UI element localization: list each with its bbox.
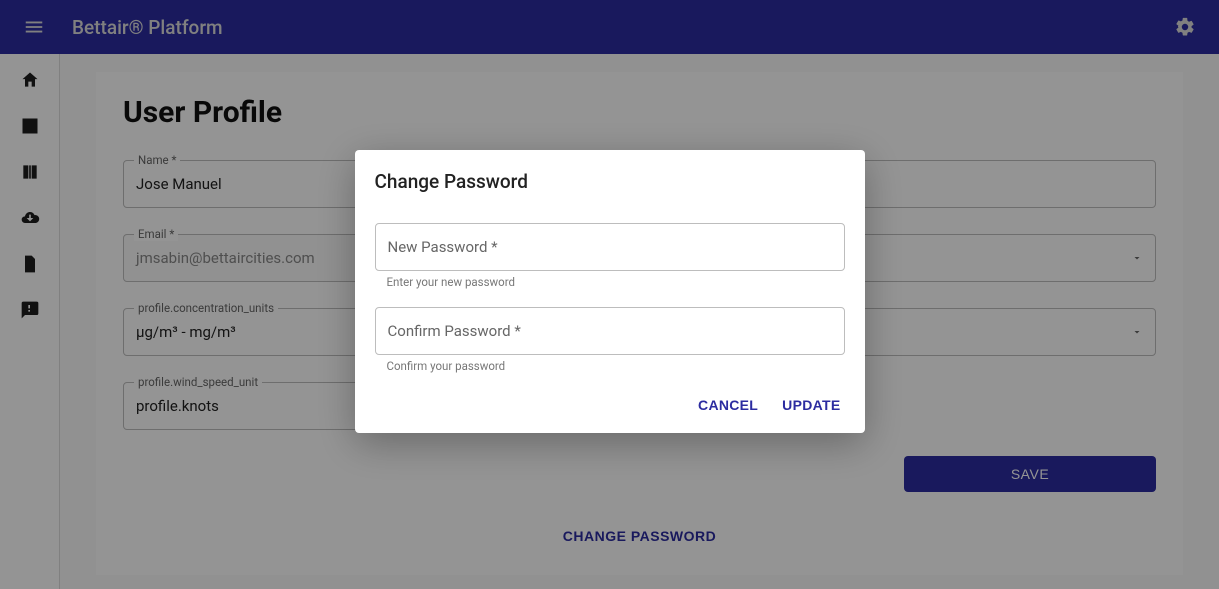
new-password-field[interactable]: New Password * Enter your new password [375, 223, 845, 289]
confirm-password-helper: Confirm your password [387, 359, 845, 373]
update-button[interactable]: UPDATE [778, 391, 844, 419]
confirm-password-field[interactable]: Confirm Password * Confirm your password [375, 307, 845, 373]
cancel-button[interactable]: CANCEL [694, 391, 762, 419]
confirm-password-label: Confirm Password * [388, 322, 521, 340]
new-password-label: New Password * [388, 238, 498, 256]
new-password-helper: Enter your new password [387, 275, 845, 289]
change-password-dialog: Change Password New Password * Enter you… [355, 150, 865, 433]
dialog-title: Change Password [375, 170, 845, 193]
